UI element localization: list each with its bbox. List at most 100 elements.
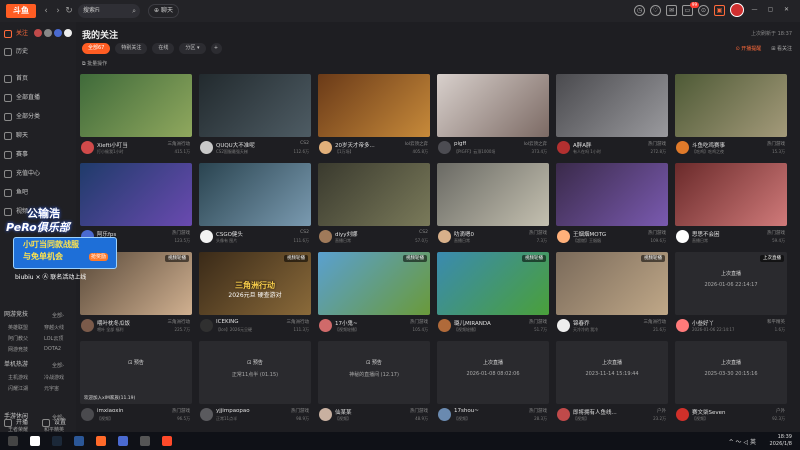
app-icon[interactable] bbox=[74, 436, 84, 446]
sidebar-section-more[interactable]: 全部› bbox=[52, 312, 64, 319]
streamer-avatar[interactable] bbox=[438, 230, 451, 243]
stream-card[interactable]: 视频轮播 17小鬼~ 热门游戏 【视频轮播】 105.4万 bbox=[318, 252, 430, 336]
streamer-name[interactable]: 仙某某 bbox=[335, 408, 352, 416]
app3-icon[interactable] bbox=[140, 436, 150, 446]
sidebar-item-6[interactable]: 赛事 bbox=[4, 148, 28, 162]
filter-chip-2[interactable]: 在线 bbox=[152, 43, 175, 54]
view-follow-button[interactable]: ⊞ 看关注 bbox=[771, 45, 792, 52]
streamer-name[interactable]: 王烟烟MOTG bbox=[573, 230, 606, 238]
stream-card[interactable]: 上次直播 2026-01-08 08:02:06 17shou~ 热门游戏 【视频】 28… bbox=[437, 341, 549, 425]
streamer-avatar[interactable] bbox=[676, 141, 689, 154]
stream-card[interactable]: CSGO健头 CS2 头像有 图片 111.6万 bbox=[199, 163, 311, 247]
stream-card[interactable]: 思思不会困 热门游戏 直播日常 59.4万 bbox=[675, 163, 787, 247]
streamer-avatar[interactable] bbox=[319, 230, 332, 243]
streamer-avatar[interactable] bbox=[676, 408, 689, 421]
sidebar-item-2[interactable]: 首页 bbox=[4, 72, 28, 86]
stream-card[interactable]: pigff lol云顶之弈 【PIGFF】云顶1000场 373.4万 bbox=[437, 74, 549, 158]
stream-card[interactable]: 视频轮播 三角洲行动 2026元旦 硬查游对 ICEKING 三角洲行动 【Ice】202… bbox=[199, 252, 311, 336]
streamer-avatar[interactable] bbox=[81, 141, 94, 154]
stream-thumbnail[interactable] bbox=[675, 163, 787, 226]
search-input[interactable]: 搜索Fi ⌕ bbox=[78, 4, 140, 18]
sidebar-section-title[interactable]: 网游竞技 bbox=[4, 308, 28, 322]
stream-thumbnail[interactable]: 视频轮播 三角洲行动 2026元旦 硬查游对 bbox=[199, 252, 311, 315]
streamer-name[interactable]: 小叁好丫 bbox=[692, 319, 714, 327]
streamer-name[interactable]: 锦春乔 bbox=[573, 319, 590, 327]
sidebar-sub-item[interactable]: 英雄联盟 bbox=[8, 324, 28, 331]
streamer-name[interactable]: diyy刘娜 bbox=[335, 230, 358, 238]
streamer-avatar[interactable] bbox=[200, 230, 213, 243]
minimize-icon[interactable]: — bbox=[749, 5, 760, 16]
app2-icon[interactable] bbox=[118, 436, 128, 446]
streamer-name[interactable]: CSGO健头 bbox=[216, 230, 243, 238]
refresh-button[interactable]: ↻ bbox=[63, 5, 75, 17]
stream-thumbnail[interactable] bbox=[199, 163, 311, 226]
sidebar-sub-item[interactable]: 网游竞技 bbox=[8, 346, 28, 353]
stream-thumbnail[interactable]: ⊡ 预告 欢迎加入xIM家族(11.19) bbox=[80, 341, 192, 404]
sidebar-sub-item[interactable]: 阿门教父 bbox=[8, 335, 28, 342]
streamer-avatar[interactable] bbox=[319, 319, 332, 332]
stream-card[interactable]: 20岁天才帝多... lol云顶之弈 【1万场】 405.8万 bbox=[318, 74, 430, 158]
system-tray[interactable]: ^ 〜 ◁ 英 bbox=[729, 437, 756, 446]
stream-card[interactable]: 王烟烟MOTG 热门游戏 【超燃】王烟烟 109.6万 bbox=[556, 163, 668, 247]
batch-operation-button[interactable]: ⧉ 批量操作 bbox=[82, 60, 107, 67]
sidebar-sub-item[interactable]: 冷战游戏 bbox=[44, 374, 64, 381]
streamer-name[interactable]: imxiaoxin bbox=[97, 408, 124, 414]
stream-thumbnail[interactable] bbox=[556, 163, 668, 226]
streamer-avatar[interactable] bbox=[200, 141, 213, 154]
stream-card[interactable]: QUQU大不准呢 CS2 CS2国服最强天梯 112.6万 bbox=[199, 74, 311, 158]
sidebar-section-title[interactable]: 单机热游 bbox=[4, 358, 28, 372]
stream-thumbnail[interactable]: 上次直播 2023-11-14 15:19:44 bbox=[556, 341, 668, 404]
streamer-avatar[interactable] bbox=[557, 230, 570, 243]
streamer-name[interactable]: 赛文柒Seven bbox=[692, 408, 726, 416]
streamer-avatar[interactable] bbox=[81, 408, 94, 421]
sidebar-sub-item[interactable]: LOL云顶 bbox=[44, 335, 63, 342]
streamer-avatar[interactable] bbox=[81, 319, 94, 332]
app4-icon[interactable] bbox=[162, 436, 172, 446]
sidebar-section-more[interactable]: 全部› bbox=[52, 362, 64, 369]
streamer-name[interactable]: 思思不会困 bbox=[692, 230, 720, 238]
search-icon[interactable]: ⌕ bbox=[132, 4, 136, 18]
streamer-name[interactable]: 即将拥有人鱼线... bbox=[573, 408, 617, 416]
streamer-name[interactable]: Xiefti小叮当 bbox=[97, 141, 128, 149]
sidebar-sub-item[interactable]: DOTA2 bbox=[44, 346, 61, 352]
sidebar-item-5[interactable]: 聊天 bbox=[4, 129, 28, 143]
history-icon[interactable]: ⊙ bbox=[698, 4, 709, 16]
promo-claim-button[interactable]: 抢奖励 bbox=[89, 253, 109, 261]
stream-card[interactable]: diyy刘娜 CS2 直播日常 57.0万 bbox=[318, 163, 430, 247]
sidebar-item-8[interactable]: 鱼吧 bbox=[4, 186, 28, 200]
sidebar-sub-item[interactable]: 主机游戏 bbox=[8, 374, 28, 381]
stream-thumbnail[interactable]: 视频轮播 bbox=[318, 252, 430, 315]
stream-card[interactable]: 叻滴嗯0 热门游戏 直播日常 7.3万 bbox=[437, 163, 549, 247]
close-icon[interactable]: ✕ bbox=[781, 5, 792, 16]
streamer-avatar[interactable] bbox=[438, 408, 451, 421]
stream-thumbnail[interactable] bbox=[437, 74, 549, 137]
streamer-avatar[interactable] bbox=[438, 319, 451, 332]
sidebar-start-live[interactable]: 开播 bbox=[4, 416, 28, 430]
streamer-name[interactable]: A胖A胖 bbox=[573, 141, 592, 149]
stream-card[interactable]: ⊡ 预告 欢迎加入xIM家族(11.19) imxiaoxin 热门游戏 【视频】 96.… bbox=[80, 341, 192, 425]
streamer-name[interactable]: QUQU大不准呢 bbox=[216, 141, 255, 149]
streamer-name[interactable]: 斗鱼吃鸡赛事 bbox=[692, 141, 725, 149]
stream-thumbnail[interactable]: ⊡ 预告 神秘的直播间 (12.17) bbox=[318, 341, 430, 404]
stream-card[interactable]: 上次直播 2025-03-30 20:15:16 赛文柒Seven 户外 【视频】 92.… bbox=[675, 341, 787, 425]
streamer-name[interactable]: 喂叶枕冬瓜饭 bbox=[97, 319, 130, 327]
stream-thumbnail[interactable] bbox=[199, 74, 311, 137]
stream-thumbnail[interactable]: 上次直播 2026-01-08 08:02:06 bbox=[437, 341, 549, 404]
gift-icon[interactable]: ▣ bbox=[714, 4, 725, 16]
filter-chip-1[interactable]: 特别关注 bbox=[115, 43, 148, 54]
sidebar-item-1[interactable]: 历史 bbox=[4, 45, 28, 59]
stream-card[interactable]: 视频轮播 璐儿MIRANDA 热门游戏 【视频轮播】 51.7万 bbox=[437, 252, 549, 336]
stream-card[interactable]: Xiefti小叮当 三角洲行动 打小偷我1小时 415.1万 bbox=[80, 74, 192, 158]
stream-card[interactable]: 斗鱼吃鸡赛事 热门游戏 【吃鸡】吃鸡之夜 15.3万 bbox=[675, 74, 787, 158]
widgets-icon[interactable] bbox=[8, 436, 18, 446]
chat-button[interactable]: ⊕ 聊天 bbox=[148, 4, 179, 18]
streamer-avatar[interactable] bbox=[319, 141, 332, 154]
stream-card[interactable]: ⊡ 预告 神秘的直播间 (12.17) 仙某某 热门游戏 【视频】 48.9万 bbox=[318, 341, 430, 425]
sidebar-item-4[interactable]: 全部分类 bbox=[4, 110, 40, 124]
streamer-name[interactable]: pigff bbox=[454, 141, 466, 147]
stream-thumbnail[interactable]: 上次直播 上次直播 2026-01-06 22:14:17 bbox=[675, 252, 787, 315]
clock[interactable]: 18:39 2026/1/8 bbox=[770, 434, 792, 448]
sidebar-settings[interactable]: 设置 bbox=[42, 416, 66, 430]
stream-thumbnail[interactable]: 上次直播 2025-03-30 20:15:16 bbox=[675, 341, 787, 404]
streamer-avatar[interactable] bbox=[200, 319, 213, 332]
